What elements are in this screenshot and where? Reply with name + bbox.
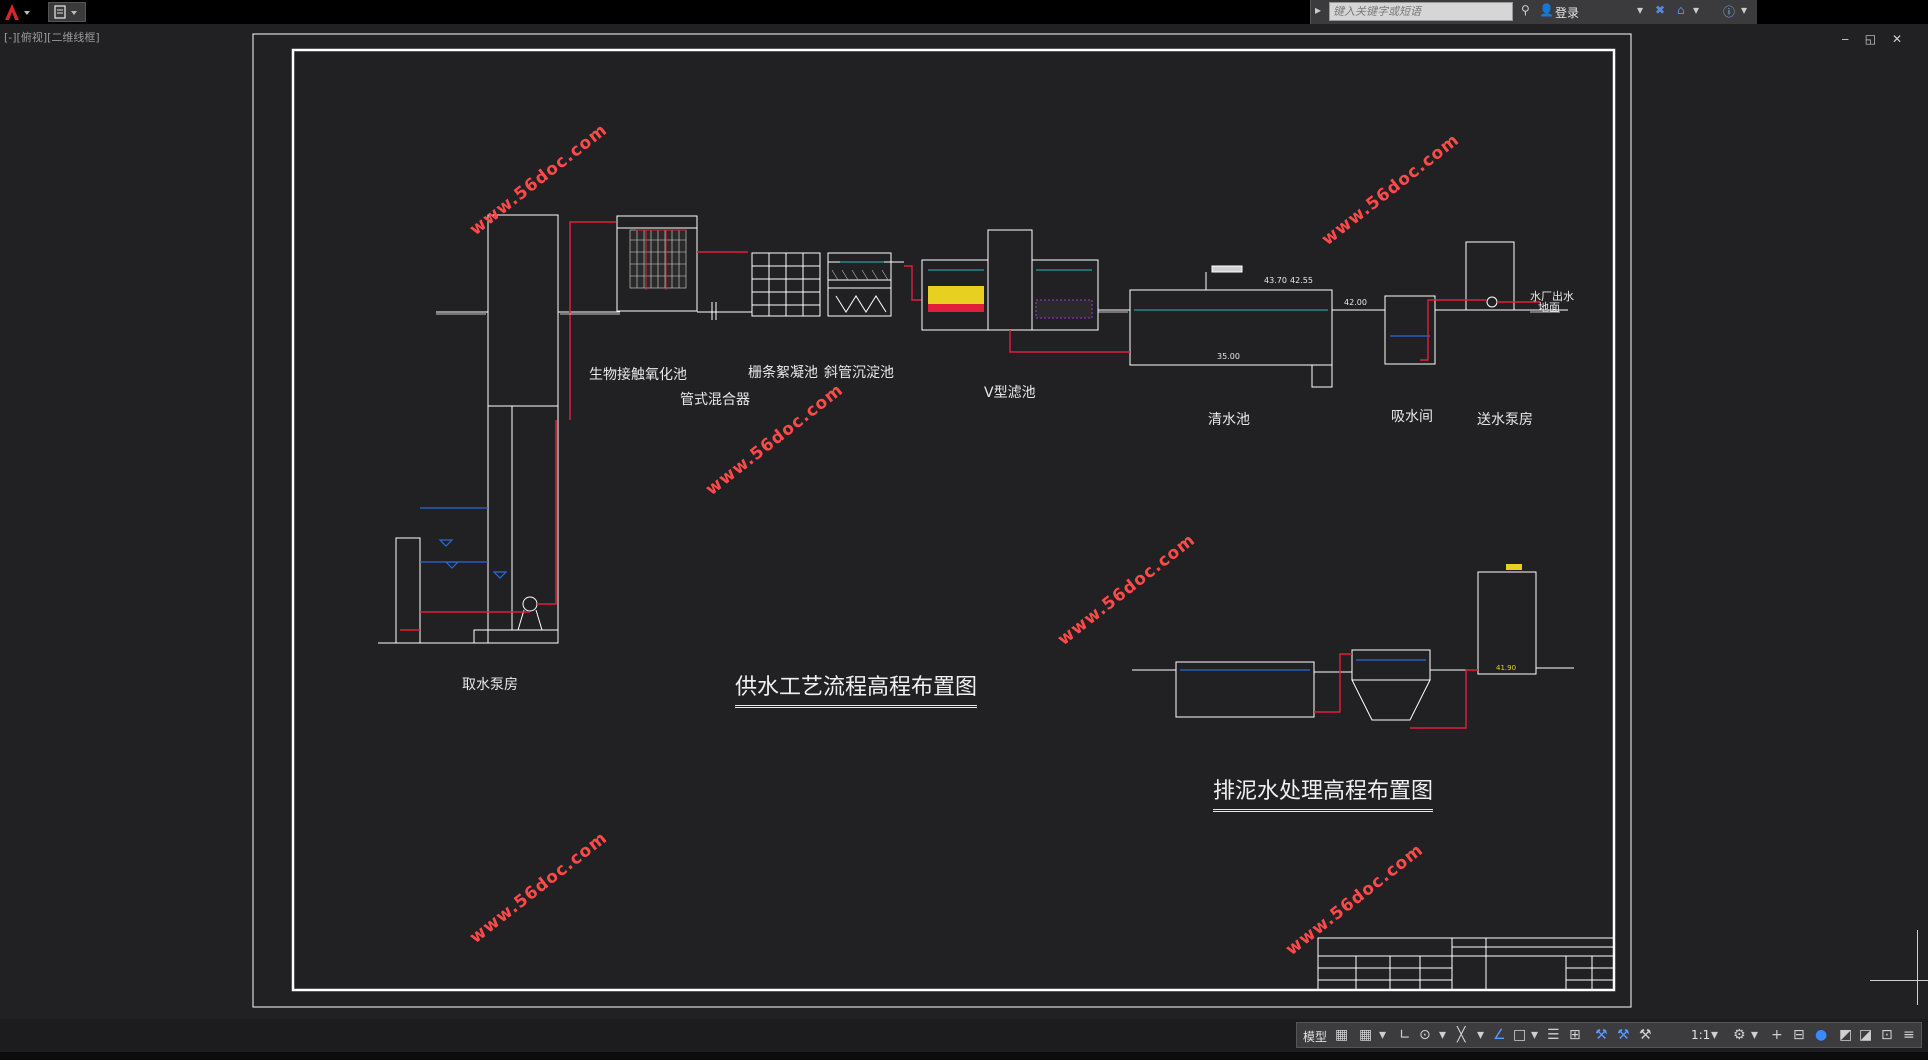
sludge-pipes xyxy=(1314,653,1478,729)
clear-well xyxy=(1098,265,1385,388)
dropdown-arrow-icon[interactable]: ▾ xyxy=(1439,1027,1446,1043)
label-v-filter: V型滤池 xyxy=(984,385,1036,401)
elevation-label: 42.55 xyxy=(1290,276,1313,285)
label-tube-mixer: 管式混合器 xyxy=(680,392,750,408)
clear-well-pipe xyxy=(1009,330,1130,353)
annotation-monitor-icon[interactable]: + xyxy=(1771,1027,1783,1043)
label-bio-oxidation: 生物接触氧化池 xyxy=(589,367,687,383)
elevation-label: 42.00 xyxy=(1344,298,1367,307)
filter-media xyxy=(928,286,1093,319)
sludge-pump-tag xyxy=(1506,564,1522,570)
intake-pipes xyxy=(400,221,616,631)
grid-display-icon[interactable]: ▦ xyxy=(1335,1027,1348,1043)
intake-pump-house xyxy=(378,214,620,644)
object-snap-tracking-icon[interactable]: ∠ xyxy=(1493,1027,1506,1043)
intake-water-levels xyxy=(420,507,508,579)
label-intake-pump-house: 取水泵房 xyxy=(462,677,518,693)
auto-scale-icon[interactable]: ⚒ xyxy=(1639,1027,1652,1043)
label-grid-flocculation: 栅条絮凝池 xyxy=(748,365,818,381)
sludge-treatment xyxy=(1132,571,1574,721)
dropdown-arrow-icon[interactable]: ▾ xyxy=(1379,1027,1386,1043)
outer-sheet-border xyxy=(252,33,1632,1008)
settling-pipes xyxy=(697,251,922,301)
dropdown-arrow-icon[interactable]: ▾ xyxy=(1477,1027,1484,1043)
title-water-supply-elevation: 供水工艺流程高程布置图 xyxy=(735,669,978,708)
delivery-pipes xyxy=(1420,299,1540,361)
clean-screen-icon[interactable]: ◪ xyxy=(1859,1027,1872,1043)
dropdown-arrow-icon[interactable]: ▾ xyxy=(1531,1027,1538,1043)
drawing-canvas[interactable] xyxy=(0,0,1928,1019)
snap-mode-icon[interactable]: ▦ xyxy=(1359,1027,1372,1043)
label-clear-well: 清水池 xyxy=(1208,412,1250,428)
bio-media xyxy=(629,229,687,289)
bottom-edge xyxy=(0,1052,1928,1060)
object-snap-icon[interactable]: □ xyxy=(1513,1027,1526,1043)
crosshair-cursor xyxy=(1870,980,1928,981)
crosshair-cursor xyxy=(1917,930,1918,1005)
annotation-scale-icon[interactable]: ⚒ xyxy=(1595,1027,1608,1043)
isometric-draft-icon[interactable]: ╳ xyxy=(1457,1027,1465,1043)
workspace-gear-icon[interactable]: ⚙ xyxy=(1733,1027,1746,1043)
status-bar-tools: 模型 ▦ ▦ ▾ ∟ ⊙ ▾ ╳ ▾ ∠ □ ▾ ☰ ⊞ ⚒ ⚒ ⚒ 1:1 ▾… xyxy=(1296,1022,1922,1048)
customization-menu-icon[interactable]: ≡ xyxy=(1903,1027,1915,1043)
lineweight-icon[interactable]: ☰ xyxy=(1547,1027,1560,1043)
title-block xyxy=(1317,937,1615,991)
polar-tracking-icon[interactable]: ⊙ xyxy=(1419,1027,1431,1043)
annotation-scale-value[interactable]: 1:1 xyxy=(1691,1028,1710,1042)
graphics-performance-icon[interactable]: ◩ xyxy=(1839,1027,1852,1043)
transparency-icon[interactable]: ⊞ xyxy=(1569,1027,1581,1043)
label-ground: 地面 xyxy=(1538,301,1560,314)
isolate-objects-icon[interactable]: ● xyxy=(1815,1027,1827,1043)
dropdown-arrow-icon[interactable]: ▾ xyxy=(1751,1027,1758,1043)
model-space-button[interactable]: 模型 xyxy=(1303,1028,1327,1045)
mixer-flocculation-settling xyxy=(697,252,904,320)
annotation-visibility-icon[interactable]: ⚒ xyxy=(1617,1027,1630,1043)
label-delivery-pump-house: 送水泵房 xyxy=(1477,412,1533,428)
elevation-label: 35.00 xyxy=(1217,352,1240,361)
title-sludge-elevation: 排泥水处理高程布置图 xyxy=(1213,773,1434,812)
fullscreen-icon[interactable]: ⊡ xyxy=(1881,1027,1893,1043)
elevation-label: 43.70 xyxy=(1264,276,1287,285)
settling-media xyxy=(831,269,889,281)
elevation-label: 41.90 xyxy=(1496,664,1517,672)
units-icon[interactable]: ⊟ xyxy=(1793,1027,1805,1043)
ortho-mode-icon[interactable]: ∟ xyxy=(1399,1027,1411,1043)
label-suction-well: 吸水间 xyxy=(1391,409,1433,425)
dropdown-arrow-icon[interactable]: ▾ xyxy=(1711,1027,1718,1043)
